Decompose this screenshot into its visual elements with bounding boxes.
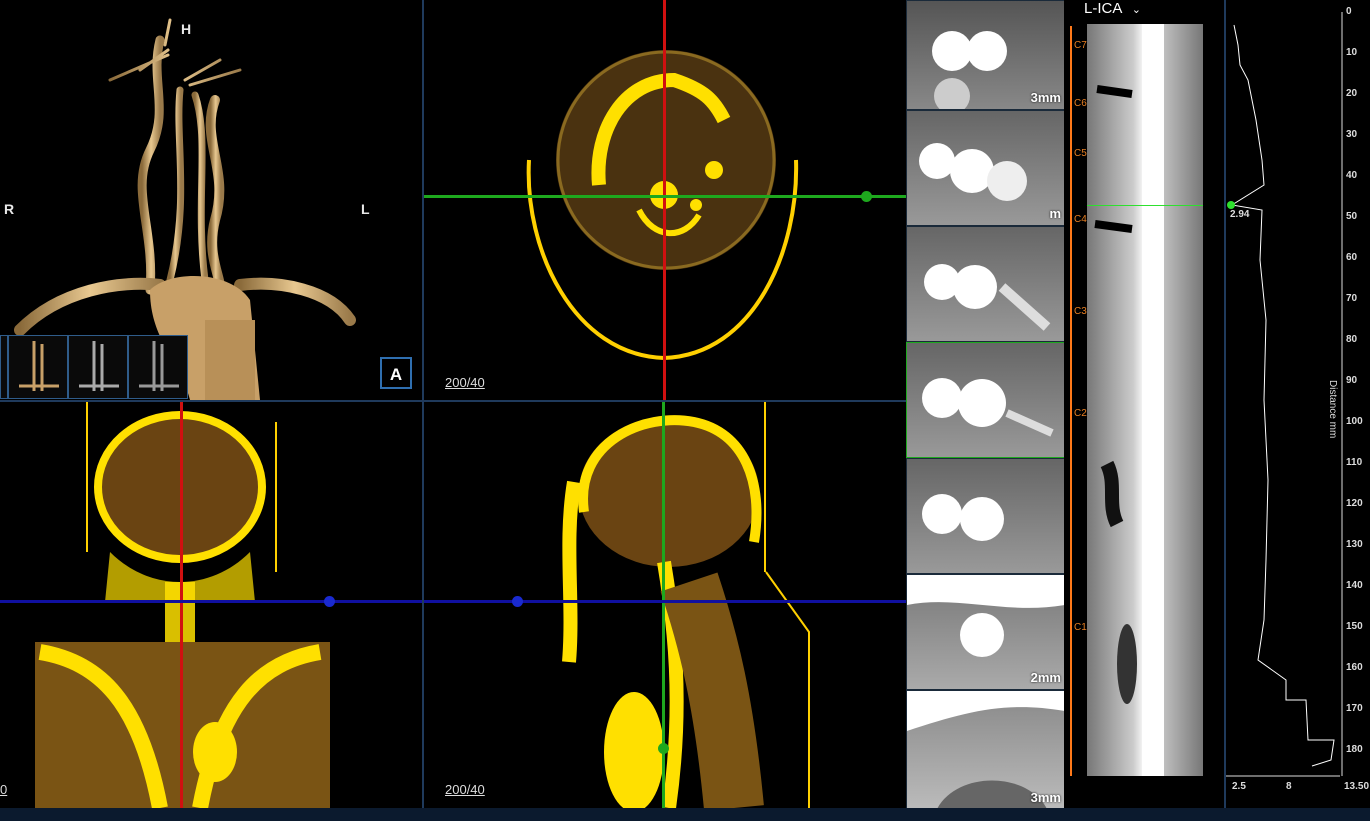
vertebra-c3: C3 [1074,306,1087,317]
vertebra-c7: C7 [1074,40,1087,51]
plot-y-tick: 40 [1346,170,1358,181]
plot-y-tick: 150 [1346,621,1363,632]
axial-crosshair-vertical[interactable] [663,0,666,400]
plot-y-tick: 50 [1346,211,1358,222]
axial-window-level: 200/40 [445,375,485,390]
vertebra-c6: C6 [1074,98,1087,109]
divider-vertical [422,0,424,808]
sagittal-crosshair-handle[interactable] [512,596,523,607]
vr-thumbnail-2[interactable] [8,335,68,399]
sagittal-viewport[interactable]: 200/40 [424,402,906,808]
cross-section-strip[interactable]: 3mm m 2mm 3mm [906,0,1064,808]
plot-x-tick-2: 8 [1286,781,1292,792]
plot-y-tick: 0 [1346,6,1352,17]
vessel-selector[interactable]: L-ICA ⌄ [1084,0,1141,18]
plot-x-tick-3: 13.50 [1344,781,1370,792]
orientation-button[interactable]: A [380,357,412,389]
vr-label-right: L [361,201,370,217]
coronal-window-level: 0 [0,782,8,797]
cross-section-3[interactable] [906,226,1064,342]
cross-section-4[interactable] [906,342,1064,458]
plot-y-tick: 100 [1346,416,1363,427]
divider-horizontal [0,400,906,402]
plot-y-tick: 160 [1346,662,1363,673]
coronal-crosshair-horizontal[interactable] [0,600,422,603]
coronal-slice-image [35,402,330,808]
diameter-curve [1226,12,1343,777]
plot-y-tick: 70 [1346,293,1358,304]
sagittal-crosshair-horizontal[interactable] [424,600,906,603]
axial-crosshair-handle[interactable] [861,191,872,202]
vr-label-left: R [4,201,15,217]
chevron-down-icon: ⌄ [1131,4,1141,16]
plot-x-tick-1: 2.5 [1232,781,1246,792]
plot-y-tick: 110 [1346,457,1363,468]
plot-y-tick: 20 [1346,88,1358,99]
cross-section-2-label: m [1049,206,1061,221]
vr-viewport[interactable]: H R L A [0,0,422,400]
coronal-crosshair-handle[interactable] [324,596,335,607]
vertebra-c1: C1 [1074,622,1087,633]
vertebra-c4: C4 [1074,214,1087,225]
cross-section-5[interactable] [906,458,1064,574]
plot-marker-value: 2.94 [1230,209,1250,220]
vessel-name: L-ICA [1084,0,1122,17]
plot-y-tick: 80 [1346,334,1358,345]
vessel-ruler [1070,26,1072,776]
cross-section-7[interactable]: 3mm [906,690,1064,808]
cross-section-6[interactable]: 2mm [906,574,1064,690]
axial-crosshair-horizontal[interactable] [424,195,906,198]
vertebra-c5: C5 [1074,148,1087,159]
cross-section-1-label: 3mm [1030,90,1061,105]
plot-y-tick: 140 [1346,580,1363,591]
cross-section-1[interactable]: 3mm [906,0,1064,110]
vr-thumbnail-4[interactable] [128,335,188,399]
vessel-position-line[interactable] [1087,205,1203,206]
cross-section-6-label: 2mm [1030,670,1061,685]
plot-y-tick: 120 [1346,498,1363,509]
cross-section-2[interactable]: m [906,110,1064,226]
plot-y-tick: 130 [1346,539,1363,550]
axial-viewport[interactable]: 200/40 [424,0,906,400]
plot-axis-label: Distance mm [1327,380,1338,439]
plot-y-tick: 10 [1346,47,1358,58]
vr-thumbnail-1[interactable] [0,335,8,399]
plot-y-tick: 170 [1346,703,1363,714]
vr-label-top: H [181,21,192,37]
plot-y-tick: 60 [1346,252,1358,263]
diameter-profile-plot[interactable]: 2.94 2.5 8 13.50 0 10 20 30 40 50 60 70 80 90 100 1… [1226,0,1370,808]
coronal-viewport[interactable]: 0 [0,402,422,808]
cross-section-7-label: 3mm [1030,790,1061,805]
straightened-vessel-image [1087,24,1203,776]
plot-y-tick: 180 [1346,744,1363,755]
vertebra-c2: C2 [1074,408,1087,419]
sagittal-window-level: 200/40 [445,782,485,797]
sagittal-center-handle[interactable] [658,743,669,754]
status-bar [0,808,1370,821]
coronal-crosshair-vertical[interactable] [180,402,183,808]
plot-y-tick: 30 [1346,129,1358,140]
straightened-vessel-panel[interactable]: L-ICA ⌄ [1064,0,1224,808]
vr-thumbnail-3[interactable] [68,335,128,399]
plot-y-tick: 90 [1346,375,1358,386]
